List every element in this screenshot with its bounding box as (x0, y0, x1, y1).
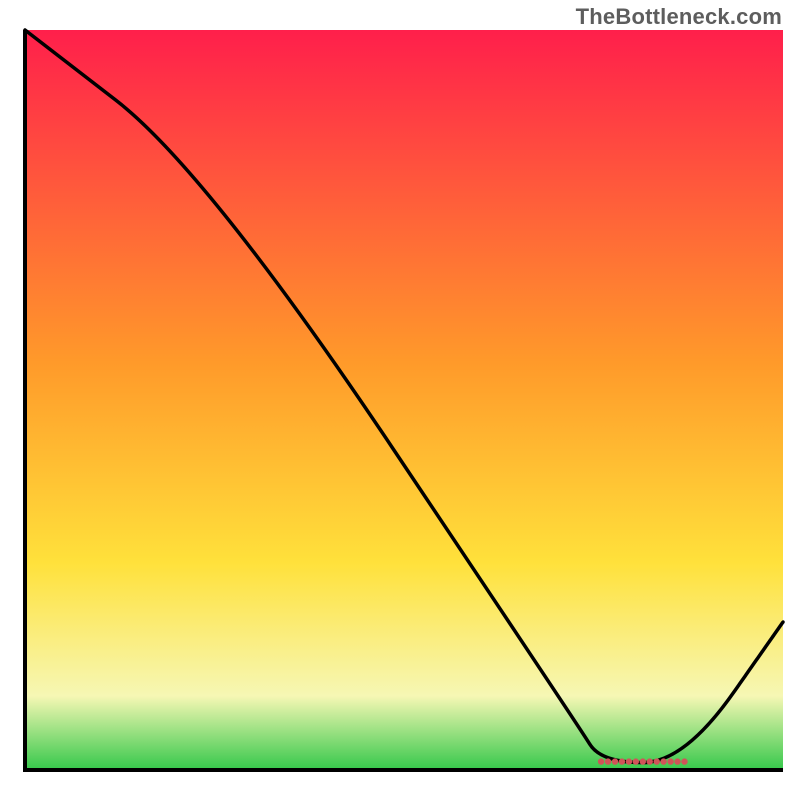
marker-dot (674, 758, 680, 764)
bottleneck-chart (0, 0, 800, 800)
marker-dot (660, 758, 666, 764)
marker-dot (626, 758, 632, 764)
attribution-text: TheBottleneck.com (576, 4, 782, 30)
marker-dot (619, 758, 625, 764)
marker-dot (605, 758, 611, 764)
marker-dot (598, 758, 604, 764)
marker-dot (667, 758, 673, 764)
chart-gradient-bg (25, 30, 783, 770)
marker-dot (640, 758, 646, 764)
marker-dot (612, 758, 618, 764)
marker-dot (654, 758, 660, 764)
marker-dot (633, 758, 639, 764)
marker-dot (647, 758, 653, 764)
marker-dot (681, 758, 687, 764)
